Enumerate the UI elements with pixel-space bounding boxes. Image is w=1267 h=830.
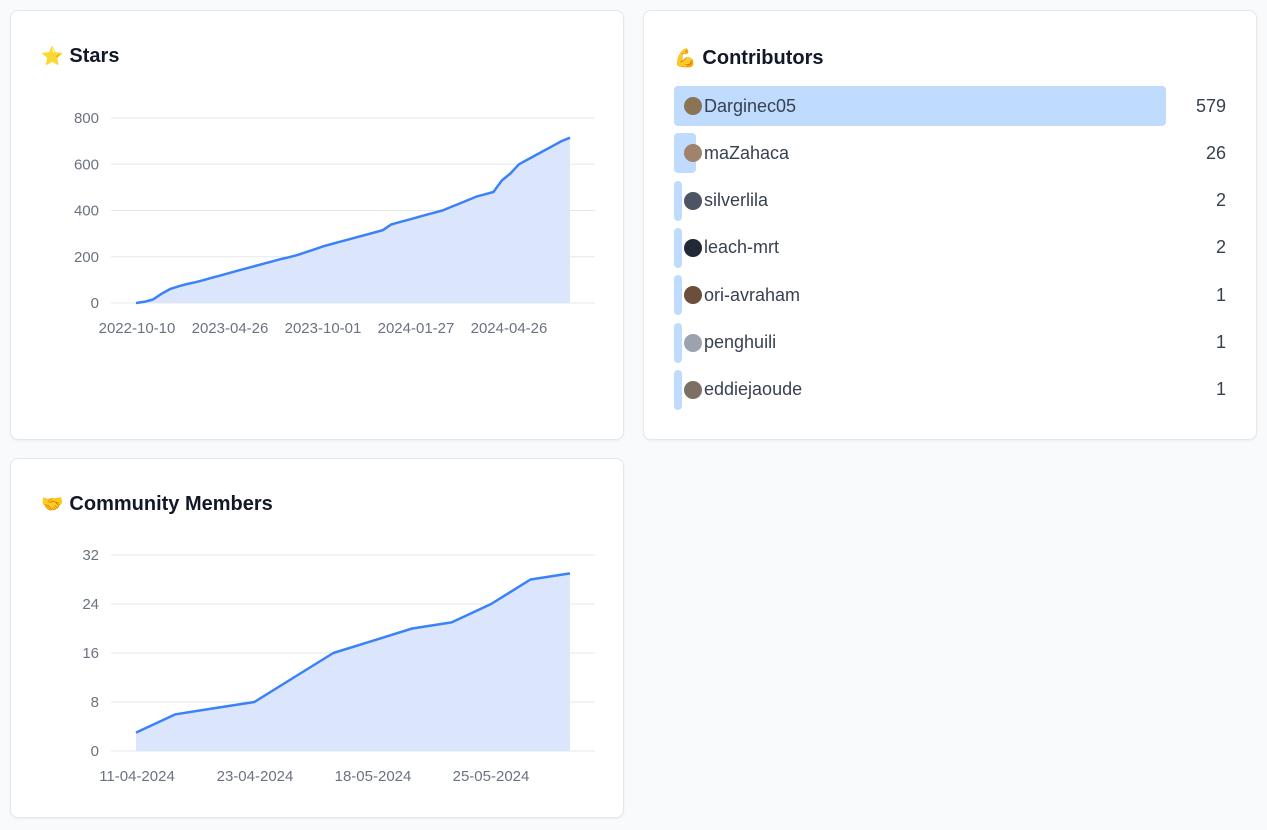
contributor-name[interactable]: Darginec05 xyxy=(704,96,796,117)
contributor-count: 2 xyxy=(1215,190,1226,211)
contributor-count: 2 xyxy=(1215,237,1226,258)
contributor-bar xyxy=(674,369,682,410)
y-tick-label: 32 xyxy=(82,547,99,564)
x-tick-label: 11-04-2024 xyxy=(99,768,175,785)
stars-title: ⭐ Stars xyxy=(41,45,119,68)
community-title: 🤝 Community Members xyxy=(41,493,273,516)
series-area xyxy=(136,573,570,751)
contributor-count: 1 xyxy=(1215,332,1226,352)
contributor-name[interactable]: maZahaca xyxy=(704,143,789,164)
avatar xyxy=(684,97,702,115)
y-tick-label: 0 xyxy=(91,295,99,312)
contributor-row[interactable]: eddiejaoude 1 xyxy=(674,369,1226,410)
contributor-bar xyxy=(674,275,682,316)
flexed-biceps-icon: 💪 xyxy=(674,48,697,68)
contributor-name[interactable]: penghuili xyxy=(704,332,776,353)
y-tick-label: 16 xyxy=(82,645,99,662)
stars-title-text: Stars xyxy=(69,45,120,67)
y-tick-label: 200 xyxy=(74,249,99,266)
x-tick-label: 25-05-2024 xyxy=(453,768,530,785)
avatar xyxy=(684,286,702,305)
x-tick-label: 2023-10-01 xyxy=(285,320,362,337)
avatar xyxy=(684,144,702,163)
contributor-count: 1 xyxy=(1215,284,1226,305)
community-card: 🤝 Community Members 0 8 16 24 32 11-04-2024 23… xyxy=(10,458,624,818)
contributors-title-text: Contributors xyxy=(702,47,824,69)
community-title-text: Community Members xyxy=(69,493,273,515)
y-tick-label: 0 xyxy=(91,743,99,760)
contributor-name[interactable]: silverlila xyxy=(704,190,768,211)
avatar xyxy=(684,333,702,352)
contributor-bar xyxy=(674,227,682,268)
x-tick-label: 23-04-2024 xyxy=(217,768,294,785)
contributors-title: 💪 Contributors xyxy=(674,47,824,70)
contributor-name[interactable]: eddiejaoude xyxy=(704,379,802,400)
contributor-row[interactable]: Darginec05 579 xyxy=(674,86,1226,126)
series-area xyxy=(136,137,570,303)
contributor-row[interactable]: ori-avraham 1 xyxy=(674,275,1226,316)
contributor-bar xyxy=(674,322,682,363)
x-tick-label: 2024-04-26 xyxy=(471,320,548,337)
contributor-count: 1 xyxy=(1215,379,1226,400)
contributor-count: 26 xyxy=(1205,142,1226,163)
contributor-count: 579 xyxy=(1195,95,1226,116)
contributor-row[interactable]: penghuili 1 xyxy=(674,322,1226,363)
avatar xyxy=(684,380,702,399)
contributor-row[interactable]: maZahaca 26 xyxy=(674,133,1226,174)
avatar xyxy=(684,191,702,210)
stars-card: ⭐ Stars 0 200 400 600 800 2022-10-10 2023-04-2… xyxy=(10,10,624,440)
y-tick-label: 24 xyxy=(82,596,99,613)
avatar xyxy=(684,238,702,257)
star-icon: ⭐ xyxy=(41,46,64,66)
x-tick-label: 18-05-2024 xyxy=(335,768,412,785)
contributor-name[interactable]: leach-mrt xyxy=(704,237,779,258)
contributor-row[interactable]: leach-mrt 2 xyxy=(674,227,1226,268)
handshake-icon: 🤝 xyxy=(41,494,64,514)
contributor-name[interactable]: ori-avraham xyxy=(704,285,800,306)
x-tick-label: 2023-04-26 xyxy=(192,320,269,337)
community-chart: 0 8 16 24 32 11-04-2024 23-04-2024 18-05-2024 25… xyxy=(82,547,595,785)
y-tick-label: 8 xyxy=(91,694,99,711)
y-tick-label: 600 xyxy=(74,156,99,173)
y-tick-label: 400 xyxy=(74,203,99,220)
x-tick-label: 2022-10-10 xyxy=(99,320,176,337)
contributor-bar xyxy=(674,180,682,221)
x-tick-label: 2024-01-27 xyxy=(378,320,455,337)
contributor-row[interactable]: silverlila 2 xyxy=(674,180,1226,221)
stars-chart: 0 200 400 600 800 2022-10-10 2023-04-26 2023-10… xyxy=(74,110,595,337)
y-tick-label: 800 xyxy=(74,110,99,127)
contributors-card: 💪 Contributors Darginec05 579 maZahaca 26 si… xyxy=(643,10,1257,440)
